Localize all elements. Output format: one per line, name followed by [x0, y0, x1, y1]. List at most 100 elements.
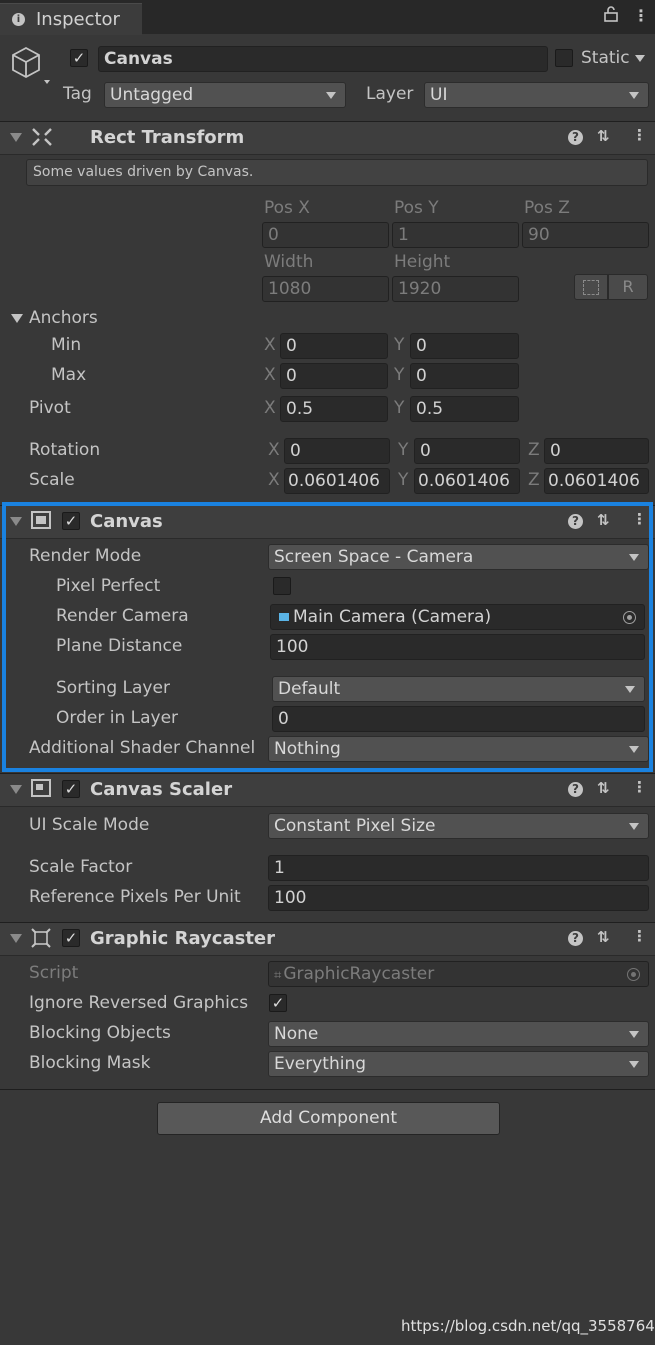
tag-value: Untagged — [110, 85, 194, 105]
max-label: Max — [51, 365, 87, 385]
script-value: GraphicRaycaster — [283, 964, 435, 984]
height-label: Height — [394, 252, 451, 272]
chevron-down-icon — [629, 1061, 639, 1068]
blocking-mask-dropdown[interactable]: Everything — [268, 1051, 649, 1077]
pivot-y-field[interactable]: 0.5 — [410, 396, 519, 422]
object-name-field[interactable]: Canvas — [98, 46, 548, 72]
layer-label: Layer — [366, 84, 414, 104]
canvas-scaler-icon — [31, 779, 51, 797]
rotation-z-field[interactable]: 0 — [544, 438, 649, 464]
canvas-scaler-title: Canvas Scaler — [90, 779, 233, 800]
height-field[interactable]: 1920 — [392, 276, 519, 302]
foldout-arrow-icon[interactable] — [10, 934, 22, 943]
help-icon[interactable]: ? — [568, 130, 583, 145]
presets-icon[interactable]: ⇅ — [597, 127, 610, 145]
axis-x-label: X — [264, 365, 276, 385]
graphic-raycaster-title: Graphic Raycaster — [90, 928, 276, 949]
static-dropdown-icon[interactable] — [635, 55, 645, 62]
presets-icon[interactable]: ⇅ — [597, 779, 610, 797]
scale-factor-label: Scale Factor — [29, 857, 133, 877]
foldout-arrow-icon[interactable] — [10, 133, 22, 142]
scale-y-field[interactable]: 0.0601406 — [414, 468, 520, 494]
add-component-button[interactable]: Add Component — [157, 1102, 500, 1135]
component-menu-icon[interactable]: ⋮ — [632, 927, 647, 945]
width-label: Width — [264, 252, 314, 272]
gameobject-cube-icon[interactable] — [10, 46, 50, 91]
axis-y-label: Y — [398, 470, 409, 490]
canvas-scaler-enabled-checkbox[interactable]: ✓ — [62, 780, 80, 798]
object-picker-icon — [627, 968, 640, 981]
divider — [0, 1089, 655, 1090]
chevron-down-icon — [629, 92, 639, 99]
axis-z-label: Z — [528, 440, 540, 460]
pivot-label: Pivot — [29, 398, 71, 418]
blocking-mask-value: Everything — [274, 1054, 367, 1074]
min-label: Min — [51, 335, 82, 355]
pos-z-label: Pos Z — [524, 198, 570, 218]
pos-y-field[interactable]: 1 — [392, 222, 519, 248]
foldout-arrow-icon[interactable] — [10, 785, 22, 794]
component-menu-icon[interactable]: ⋮ — [632, 778, 647, 796]
static-label: Static — [581, 48, 630, 68]
chevron-down-icon — [326, 92, 336, 99]
anchor-min-x-field[interactable]: 0 — [280, 333, 388, 359]
blueprint-mode-button[interactable] — [574, 274, 608, 300]
blocking-objects-label: Blocking Objects — [29, 1023, 171, 1043]
graphic-raycaster-icon — [31, 928, 51, 953]
raw-edit-button[interactable]: R — [608, 274, 648, 300]
ignore-reversed-graphics-label: Ignore Reversed Graphics — [29, 993, 249, 1013]
axis-z-label: Z — [528, 470, 540, 490]
anchors-label: Anchors — [29, 308, 98, 328]
info-icon: i — [12, 13, 25, 26]
axis-y-label: Y — [398, 440, 409, 460]
rect-transform-title: Rect Transform — [90, 127, 245, 148]
presets-icon[interactable]: ⇅ — [597, 928, 610, 946]
anchor-min-y-field[interactable]: 0 — [410, 333, 519, 359]
pivot-x-field[interactable]: 0.5 — [280, 396, 388, 422]
rect-transform-icon — [31, 127, 53, 151]
reference-pixels-per-unit-field[interactable]: 100 — [268, 885, 649, 911]
scale-z-field[interactable]: 0.0601406 — [544, 468, 649, 494]
tag-dropdown[interactable]: Untagged — [104, 82, 346, 108]
axis-y-label: Y — [394, 365, 405, 385]
anchor-max-y-field[interactable]: 0 — [410, 363, 519, 389]
ui-scale-mode-label: UI Scale Mode — [29, 815, 150, 835]
lock-icon[interactable] — [604, 6, 618, 26]
pos-x-label: Pos X — [264, 198, 310, 218]
tab-label: Inspector — [36, 9, 120, 30]
anchors-foldout-icon[interactable] — [11, 314, 23, 323]
tab-inspector[interactable]: i Inspector — [0, 3, 142, 35]
rotation-label: Rotation — [29, 440, 101, 460]
blocking-objects-dropdown[interactable]: None — [268, 1021, 649, 1047]
pos-y-label: Pos Y — [394, 198, 439, 218]
layer-dropdown[interactable]: UI — [424, 82, 649, 108]
component-menu-icon[interactable]: ⋮ — [632, 126, 647, 144]
graphic-raycaster-enabled-checkbox[interactable]: ✓ — [62, 929, 80, 947]
pos-x-field[interactable]: 0 — [262, 222, 389, 248]
anchor-max-x-field[interactable]: 0 — [280, 363, 388, 389]
script-label: Script — [29, 963, 79, 983]
kebab-menu-icon[interactable]: ⋮ — [633, 6, 649, 25]
static-checkbox[interactable] — [555, 49, 573, 67]
ui-scale-mode-dropdown[interactable]: Constant Pixel Size — [268, 813, 649, 839]
driven-info-box: Some values driven by Canvas. — [26, 159, 648, 186]
axis-y-label: Y — [394, 335, 405, 355]
axis-x-label: X — [264, 335, 276, 355]
help-icon[interactable]: ? — [568, 782, 583, 797]
axis-x-label: X — [268, 470, 280, 490]
pos-z-field[interactable]: 90 — [522, 222, 649, 248]
script-field: ⌗ GraphicRaycaster — [268, 961, 649, 987]
rotation-x-field[interactable]: 0 — [284, 438, 390, 464]
scale-x-field[interactable]: 0.0601406 — [284, 468, 390, 494]
active-checkbox[interactable]: ✓ — [70, 49, 88, 67]
chevron-down-icon — [629, 823, 639, 830]
ignore-reversed-graphics-checkbox[interactable]: ✓ — [269, 994, 287, 1012]
scale-factor-field[interactable]: 1 — [268, 855, 649, 881]
rotation-y-field[interactable]: 0 — [414, 438, 520, 464]
selection-highlight — [2, 502, 653, 772]
help-icon[interactable]: ? — [568, 931, 583, 946]
watermark-text: https://blog.csdn.net/qq_35587645 — [401, 1317, 655, 1335]
width-field[interactable]: 1080 — [262, 276, 389, 302]
script-icon: ⌗ — [274, 968, 282, 983]
blueprint-icon — [583, 280, 599, 295]
